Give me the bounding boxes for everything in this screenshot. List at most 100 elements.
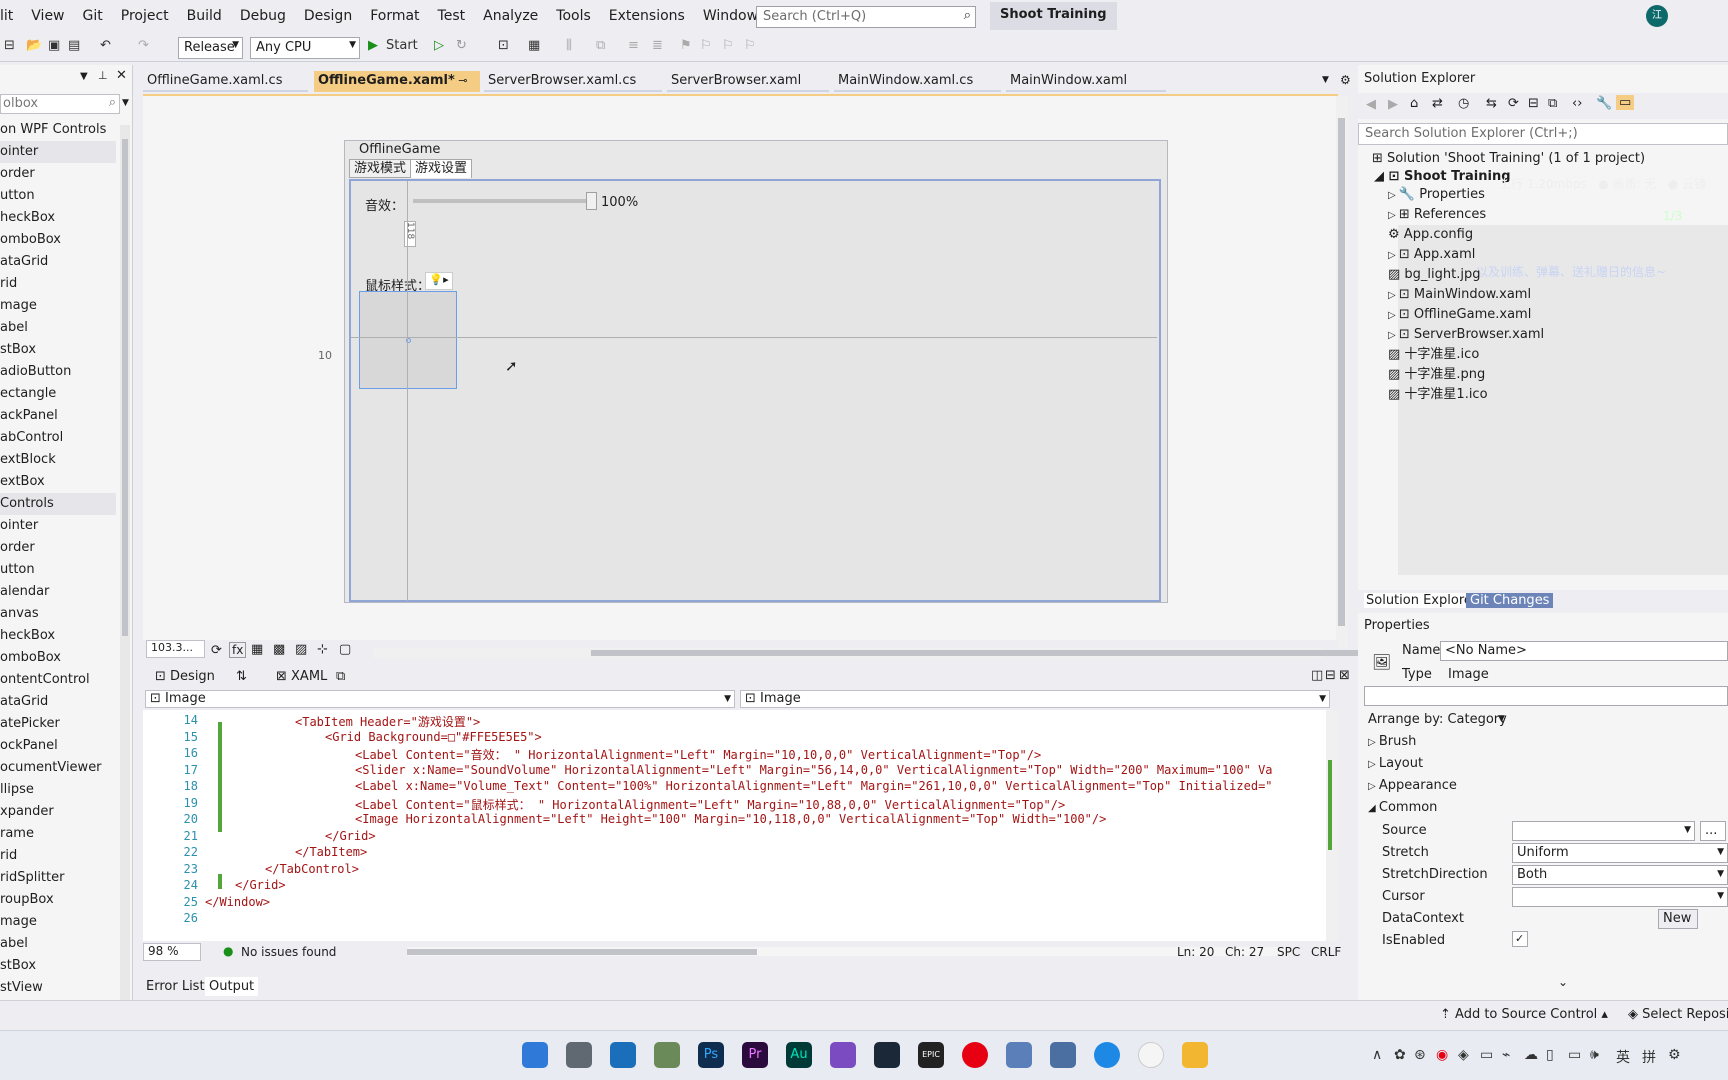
tree-item[interactable]: ▷ ⊡ MainWindow.xaml bbox=[1388, 285, 1531, 305]
element-select-right[interactable]: ⊡ Image ▼ bbox=[740, 690, 1330, 708]
zoom-select[interactable]: 103.3... bbox=[146, 640, 205, 658]
forward-icon[interactable]: ▶ bbox=[1388, 97, 1398, 112]
nvidia-tray-icon[interactable]: ◈ bbox=[1458, 1047, 1469, 1063]
menu-git[interactable]: Git bbox=[74, 8, 112, 24]
tree-item[interactable]: ▷ ⊡ OfflineGame.xaml bbox=[1388, 305, 1531, 325]
toolbox-item[interactable]: llipse bbox=[0, 779, 34, 801]
task-view-icon[interactable] bbox=[566, 1042, 592, 1068]
device-icon[interactable]: ▢ bbox=[339, 642, 351, 657]
code-line[interactable]: </TabItem> bbox=[295, 845, 367, 859]
search-input[interactable]: Search (Ctrl+Q) ⌕ bbox=[756, 6, 976, 28]
toolbox-item[interactable]: extBox bbox=[0, 471, 45, 493]
bookmark-clear-icon[interactable]: ⚐ bbox=[744, 38, 756, 56]
chevron-up-icon[interactable]: ∧ bbox=[1372, 1047, 1382, 1063]
doc-tab[interactable]: MainWindow.xaml bbox=[1006, 71, 1166, 92]
property-category[interactable]: ▷ Appearance bbox=[1368, 778, 1457, 793]
artboard-icon[interactable]: ▨ bbox=[295, 642, 307, 657]
cloud-icon[interactable]: ☁ bbox=[1524, 1047, 1538, 1063]
editor-hscrollbar[interactable] bbox=[407, 947, 1287, 956]
show-all-files-icon[interactable]: ⧉ bbox=[1548, 96, 1557, 111]
isenabled-checkbox[interactable]: ✓ bbox=[1512, 931, 1528, 947]
tab-design[interactable]: ⊡ Design bbox=[155, 669, 215, 684]
menu-view[interactable]: View bbox=[22, 8, 73, 24]
tree-item[interactable]: ▷ ⊡ App.xaml bbox=[1388, 245, 1475, 265]
slider-thumb[interactable] bbox=[586, 192, 597, 210]
toolbox-item[interactable]: ectangle bbox=[0, 383, 56, 405]
code-line[interactable]: </TabControl> bbox=[265, 862, 359, 876]
start-icon[interactable]: ▶ bbox=[368, 38, 378, 56]
toolbox-item[interactable]: mage bbox=[0, 295, 37, 317]
toolbox-item[interactable]: order bbox=[0, 163, 35, 185]
settings-icon[interactable]: ⚙ bbox=[1668, 1047, 1681, 1063]
tree-solution[interactable]: ⊞ Solution 'Shoot Training' (1 of 1 proj… bbox=[1372, 149, 1645, 169]
expand-icon[interactable]: ▷ bbox=[1388, 190, 1399, 201]
app-icon[interactable] bbox=[1006, 1042, 1032, 1068]
toolbox-item[interactable]: stBox bbox=[0, 955, 36, 977]
doc-tab[interactable]: MainWindow.xaml.cs bbox=[834, 71, 1001, 92]
language-indicator[interactable]: 英 bbox=[1616, 1047, 1630, 1067]
menu-debug[interactable]: Debug bbox=[231, 8, 295, 24]
tab-output[interactable]: Output bbox=[205, 977, 259, 996]
toolbox-item[interactable]: ointer bbox=[0, 141, 116, 163]
redo-icon[interactable]: ↷ bbox=[138, 38, 149, 56]
collapse-all-icon[interactable]: ⊟ bbox=[1528, 96, 1539, 111]
toolbox-item[interactable]: omboBox bbox=[0, 229, 61, 251]
toolbox-item[interactable]: rid bbox=[0, 273, 17, 295]
network-icon[interactable]: ▭ bbox=[1568, 1047, 1581, 1063]
open-icon[interactable]: 📂 bbox=[26, 38, 42, 56]
epic-games-icon[interactable]: EPIC bbox=[918, 1042, 944, 1068]
line-ending[interactable]: CRLF bbox=[1311, 945, 1341, 959]
doc-tab[interactable]: OfflineGame.xaml* ⊸ ✕ bbox=[314, 71, 480, 107]
collapse-pane-icon[interactable]: ⊠ bbox=[1339, 668, 1350, 683]
code-line[interactable]: </Window> bbox=[205, 895, 270, 909]
align-icon[interactable]: ⫼ bbox=[566, 38, 572, 56]
toolbox-group-header[interactable]: on WPF Controls bbox=[0, 119, 106, 141]
premiere-icon[interactable]: Pr bbox=[742, 1042, 768, 1068]
files-icon[interactable] bbox=[654, 1042, 680, 1068]
code-line[interactable]: <Image HorizontalAlignment="Left" Height… bbox=[355, 812, 1106, 826]
toolbox-scrollbar[interactable] bbox=[120, 125, 130, 1000]
layout-icon[interactable]: ▦ bbox=[528, 38, 540, 56]
code-line[interactable]: <Slider x:Name="SoundVolume" HorizontalA… bbox=[355, 763, 1273, 777]
new-project-icon[interactable]: ⊟ bbox=[4, 38, 15, 56]
toolbox-item[interactable]: ocumentViewer bbox=[0, 757, 102, 779]
code-line[interactable]: <Label Content="音效： " HorizontalAlignmen… bbox=[355, 746, 1041, 763]
audition-icon[interactable]: Au bbox=[786, 1042, 812, 1068]
sync-icon[interactable]: ⇆ bbox=[1486, 96, 1497, 111]
property-value-stretch[interactable]: Uniform ▼ bbox=[1512, 843, 1728, 863]
tree-item[interactable]: ▷ 🔧 Properties bbox=[1388, 185, 1485, 205]
toolbox-item[interactable]: ackPanel bbox=[0, 405, 58, 427]
menu-build[interactable]: Build bbox=[178, 8, 231, 24]
toolbox-item[interactable]: stBox bbox=[0, 339, 36, 361]
tree-item[interactable]: ⚙ App.config bbox=[1388, 225, 1473, 245]
browser-icon[interactable] bbox=[1094, 1042, 1120, 1068]
ime-indicator[interactable]: 拼 bbox=[1642, 1047, 1656, 1067]
toolbox-item[interactable]: utton bbox=[0, 559, 35, 581]
image-selected[interactable] bbox=[359, 291, 457, 389]
tab-xaml[interactable]: ⊠ XAML bbox=[276, 669, 327, 684]
indent-mode[interactable]: SPC bbox=[1277, 945, 1300, 959]
xaml-code-editor[interactable]: 14 <TabItem Header="游戏设置"> 15 <Grid Backgro… bbox=[143, 710, 1338, 941]
add-to-source-control[interactable]: ⇡ Add to Source Control ▴ bbox=[1440, 1007, 1608, 1022]
netease-music-icon[interactable] bbox=[962, 1042, 988, 1068]
sound-volume-slider[interactable] bbox=[413, 192, 597, 210]
visual-studio-icon[interactable] bbox=[830, 1042, 856, 1068]
tree-item[interactable]: ▨ bg_light.jpg bbox=[1388, 265, 1481, 285]
editor-vscrollbar[interactable] bbox=[1326, 710, 1338, 941]
doc-tab[interactable]: OfflineGame.xaml.cs bbox=[143, 71, 308, 92]
toolbox-item[interactable]: rame bbox=[0, 823, 34, 845]
element-select-left[interactable]: ⊡ Image ▼ bbox=[145, 690, 735, 708]
avatar[interactable]: 江 bbox=[1646, 5, 1668, 27]
menu-design[interactable]: Design bbox=[295, 8, 361, 24]
lightbulb-icon[interactable]: 💡▸ bbox=[425, 272, 453, 290]
toolbox-group-header[interactable]: Controls bbox=[0, 493, 116, 515]
toolbox-item[interactable]: atePicker bbox=[0, 713, 60, 735]
bookmark-next-icon[interactable]: ⚐ bbox=[722, 38, 734, 56]
tab-solution-explorer[interactable]: Solution Explorer bbox=[1364, 593, 1480, 608]
browse-source-button[interactable]: ... bbox=[1700, 821, 1726, 841]
toolbox-item[interactable]: roupBox bbox=[0, 889, 54, 911]
toolbox-item[interactable]: ataGrid bbox=[0, 691, 48, 713]
name-input[interactable]: <No Name> bbox=[1440, 641, 1728, 661]
tab-error-list[interactable]: Error List bbox=[146, 979, 205, 994]
toolbox-item[interactable]: omboBox bbox=[0, 647, 61, 669]
